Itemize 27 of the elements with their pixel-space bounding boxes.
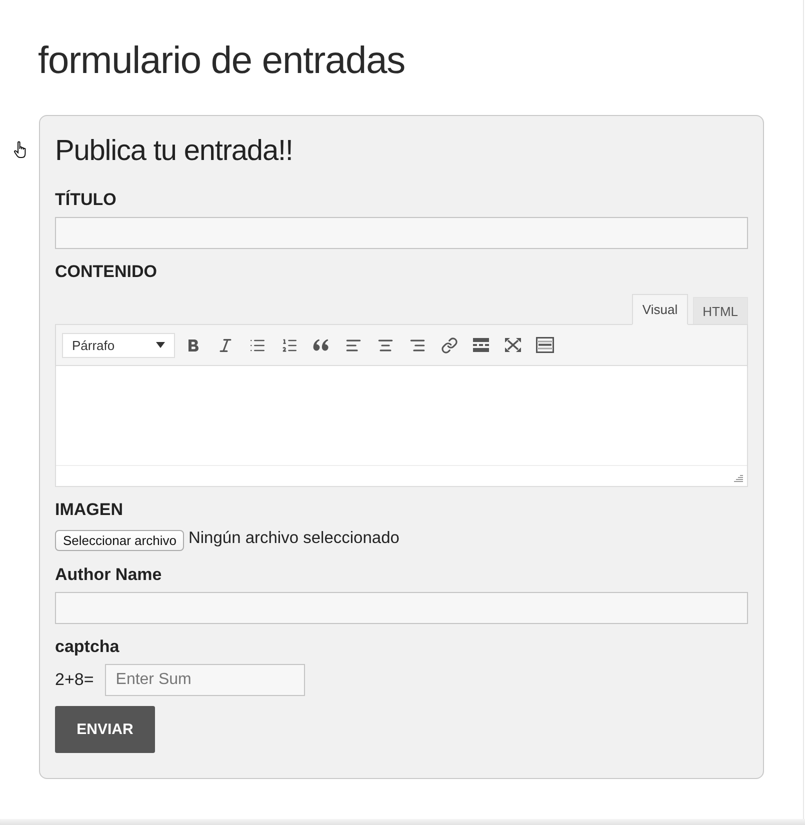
expand-icon	[505, 338, 521, 352]
bold-icon	[188, 338, 198, 352]
hand-cursor-icon	[13, 141, 28, 159]
text-input[interactable]	[55, 592, 748, 624]
page-title: formulario de entradas	[38, 40, 406, 83]
submit-button[interactable]: ENVIAR	[55, 706, 155, 753]
file-status-text: Ningún archivo seleccionado	[188, 529, 400, 548]
form-heading: Publica tu entrada!!	[55, 134, 293, 169]
quote-icon	[313, 339, 329, 351]
keyboard-icon	[536, 337, 554, 353]
captcha-question: 2+8=	[55, 670, 94, 690]
field-label: TÍTULO	[55, 190, 116, 210]
field-label: captcha	[55, 637, 120, 657]
dashed-divider-icon	[473, 338, 489, 352]
resize-handle-icon[interactable]	[734, 475, 743, 483]
text-input[interactable]	[55, 217, 748, 249]
choose-file-button[interactable]: Seleccionar archivo	[55, 530, 184, 551]
editor-tab[interactable]: Visual	[632, 294, 688, 325]
format-select[interactable]: Párrafo	[62, 332, 175, 358]
field-label: CONTENIDO	[55, 262, 157, 282]
captcha-input[interactable]: Enter Sum	[104, 664, 305, 696]
field-label: Author Name	[55, 565, 162, 585]
editor-tab[interactable]: HTML	[692, 297, 748, 324]
numbered-list-icon	[280, 336, 298, 354]
caret-icon	[156, 342, 165, 348]
link-icon	[440, 336, 458, 354]
field-label: IMAGEN	[55, 500, 123, 520]
